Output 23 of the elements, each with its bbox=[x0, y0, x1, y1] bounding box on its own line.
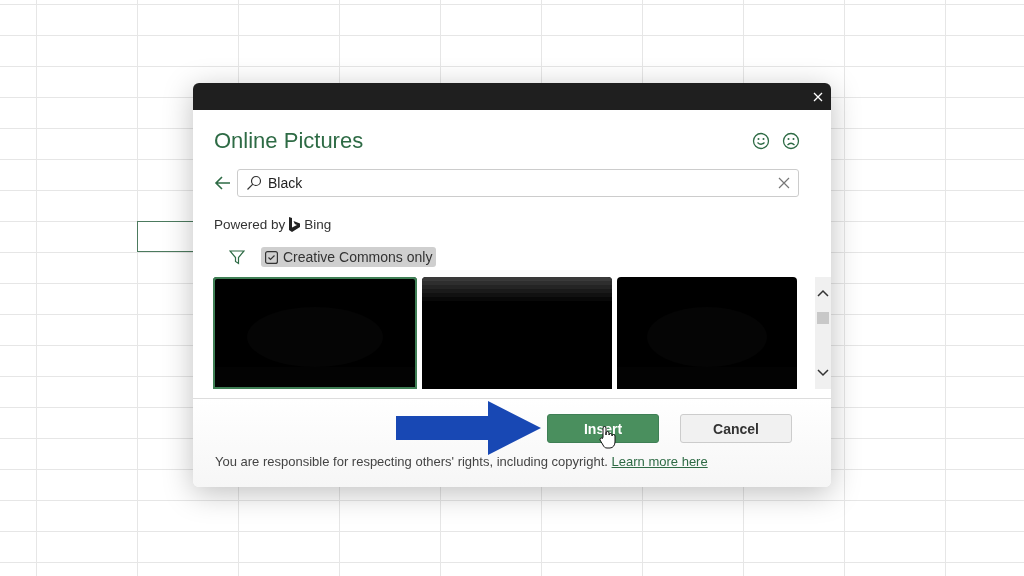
dialog-title: Online Pictures bbox=[214, 127, 364, 154]
cancel-button[interactable]: Cancel bbox=[680, 414, 792, 443]
close-icon[interactable] bbox=[813, 91, 823, 102]
search-field[interactable]: Black bbox=[237, 169, 799, 197]
copyright-notice: You are responsible for respecting others' rights, including copyright. Learn more here bbox=[215, 454, 709, 469]
smiley-icon[interactable] bbox=[752, 131, 770, 150]
creative-commons-toggle[interactable]: Creative Commons only bbox=[261, 247, 437, 267]
bing-logo-icon bbox=[289, 217, 301, 232]
clear-icon[interactable] bbox=[778, 177, 790, 189]
provider-name: Bing bbox=[304, 217, 332, 232]
scrollbar[interactable] bbox=[815, 277, 831, 389]
scroll-down-icon[interactable] bbox=[817, 369, 829, 377]
checkbox-icon[interactable] bbox=[265, 250, 278, 264]
filter-icon[interactable] bbox=[229, 249, 245, 265]
search-input[interactable]: Black bbox=[268, 175, 772, 191]
search-icon bbox=[246, 175, 262, 191]
frown-icon[interactable] bbox=[782, 131, 800, 150]
scroll-thumb[interactable] bbox=[817, 312, 829, 324]
arrow-icon bbox=[396, 401, 541, 455]
learn-more-link[interactable]: Learn more here bbox=[611, 454, 708, 469]
powered-by-label: Powered by bbox=[214, 217, 286, 232]
back-arrow-icon[interactable] bbox=[214, 176, 231, 190]
scroll-up-icon[interactable] bbox=[817, 289, 829, 297]
